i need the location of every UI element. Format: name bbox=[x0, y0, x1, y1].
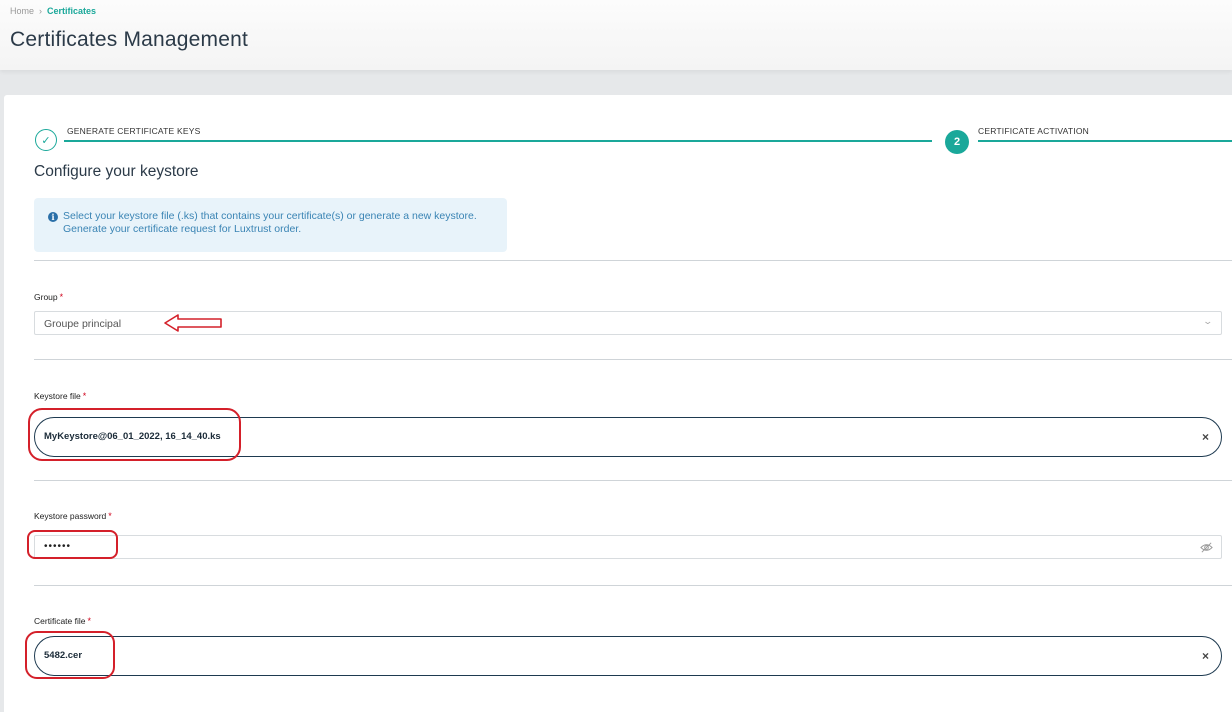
chevron-down-icon: ⌄ bbox=[1202, 316, 1214, 326]
breadcrumb-home[interactable]: Home bbox=[10, 6, 34, 16]
annotation-highlight bbox=[28, 408, 241, 461]
eye-slash-icon[interactable] bbox=[1200, 541, 1213, 554]
divider bbox=[34, 585, 1232, 586]
keystore-password-label: Keystore password * bbox=[34, 511, 112, 521]
group-label: Group * bbox=[34, 292, 63, 302]
divider bbox=[34, 359, 1232, 360]
annotation-arrow-icon bbox=[164, 314, 222, 332]
required-marker: * bbox=[87, 616, 92, 626]
certificate-file-input[interactable]: 5482.cer × bbox=[34, 636, 1222, 676]
step1-progress-line bbox=[64, 140, 932, 142]
breadcrumb: Home › Certificates bbox=[10, 6, 96, 16]
keystore-password-input[interactable]: •••••• bbox=[34, 535, 1222, 559]
step1-label: GENERATE CERTIFICATE KEYS bbox=[67, 126, 201, 136]
clear-keystore-file-icon[interactable]: × bbox=[1202, 430, 1209, 444]
page-title: Certificates Management bbox=[10, 28, 249, 51]
page-header: Home › Certificates Certificates Managem… bbox=[0, 0, 1232, 70]
breadcrumb-separator: › bbox=[39, 6, 43, 16]
info-icon: i bbox=[48, 212, 58, 222]
info-box: i Select your keystore file (.ks) that c… bbox=[34, 198, 507, 252]
breadcrumb-current[interactable]: Certificates bbox=[47, 6, 96, 16]
keystore-file-label: Keystore file * bbox=[34, 391, 86, 401]
info-line-2: Generate your certificate request for Lu… bbox=[63, 223, 302, 235]
certificate-file-label-text: Certificate file bbox=[34, 616, 86, 626]
step2-label: CERTIFICATE ACTIVATION bbox=[978, 126, 1089, 136]
annotation-highlight bbox=[27, 530, 118, 559]
clear-certificate-file-icon[interactable]: × bbox=[1202, 649, 1209, 663]
required-marker: * bbox=[82, 391, 87, 401]
main-card: ✓ GENERATE CERTIFICATE KEYS 2 CERTIFICAT… bbox=[4, 95, 1232, 712]
required-marker: * bbox=[108, 511, 112, 521]
group-select-value: Groupe principal bbox=[44, 318, 122, 330]
step2-number: 2 bbox=[945, 130, 969, 154]
divider bbox=[34, 480, 1232, 481]
step2-progress-line bbox=[978, 140, 1232, 142]
keystore-password-label-text: Keystore password bbox=[34, 511, 107, 521]
certificate-file-label: Certificate file * bbox=[34, 616, 91, 626]
keystore-file-label-text: Keystore file bbox=[34, 391, 81, 401]
check-icon: ✓ bbox=[35, 129, 57, 151]
annotation-highlight bbox=[25, 631, 115, 679]
required-marker: * bbox=[59, 292, 64, 302]
info-line-1: Select your keystore file (.ks) that con… bbox=[63, 210, 477, 222]
divider bbox=[34, 260, 1232, 261]
group-label-text: Group bbox=[34, 292, 58, 302]
section-title: Configure your keystore bbox=[34, 163, 199, 180]
